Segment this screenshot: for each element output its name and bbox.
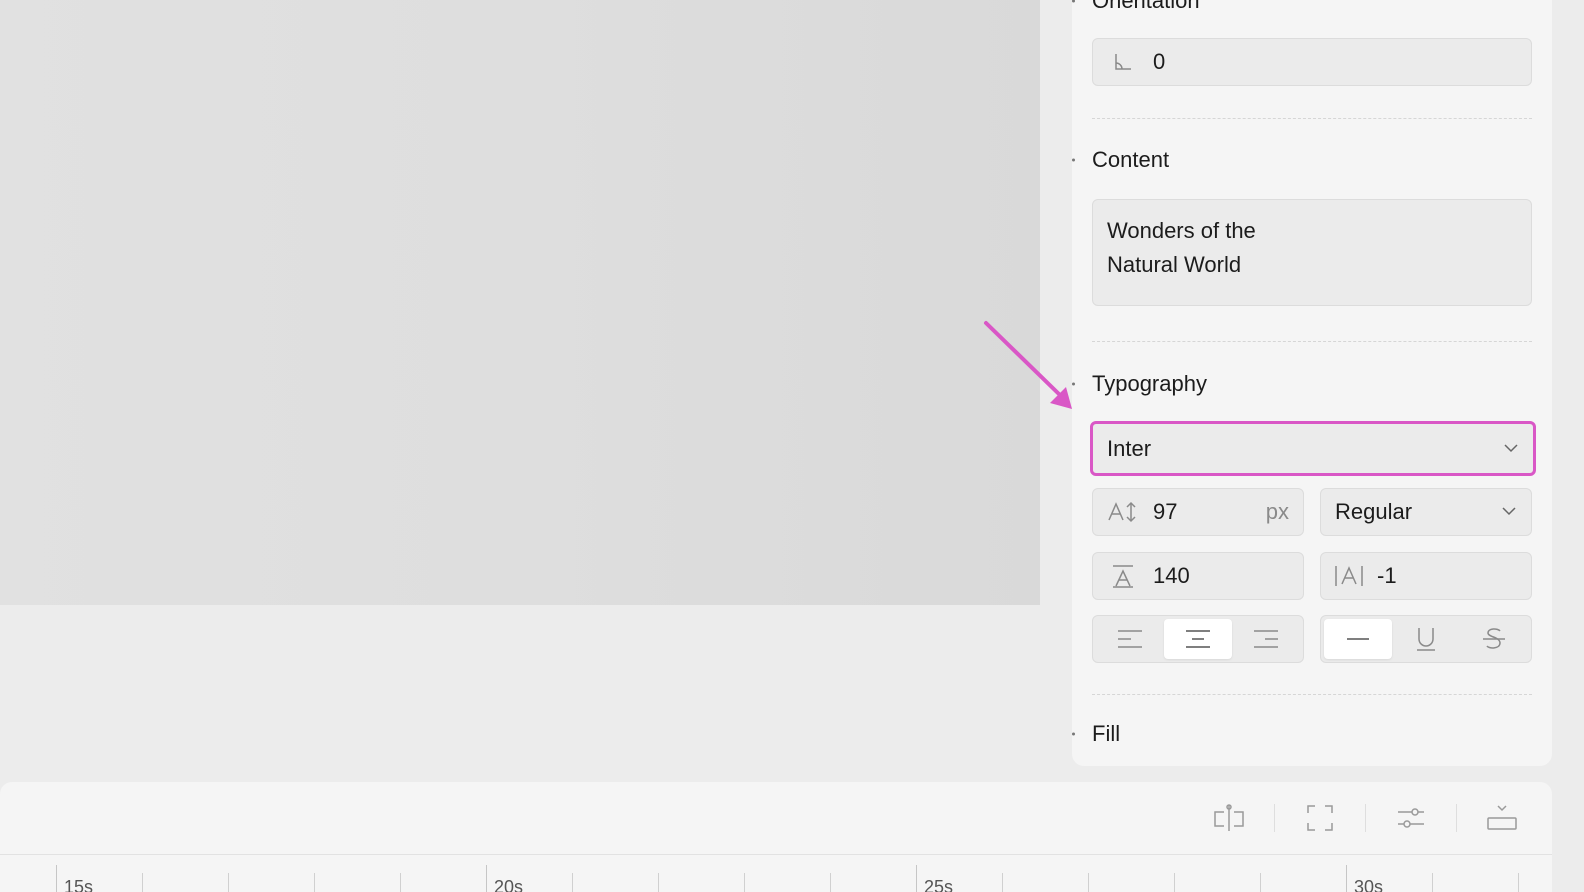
align-center-icon (1186, 630, 1210, 648)
divider (1092, 341, 1532, 342)
timeline-ruler[interactable]: 15s 20s 25s 30s (0, 854, 1552, 892)
font-weight-select[interactable]: Regular (1320, 488, 1532, 536)
collapse-button[interactable] (1472, 798, 1532, 838)
fill-title: Fill (1092, 721, 1121, 746)
minus-icon (1347, 638, 1369, 640)
strikethrough-button[interactable] (1460, 619, 1528, 659)
divider (1092, 694, 1532, 695)
toolbar-separator (1456, 804, 1457, 832)
split-button[interactable] (1199, 798, 1259, 838)
letter-spacing-value: -1 (1377, 563, 1397, 588)
fit-frame-icon (1307, 805, 1333, 831)
time-label: 15s (64, 877, 94, 892)
ruler-tick (572, 873, 573, 892)
line-height-field[interactable]: 140 (1092, 552, 1304, 600)
time-label: 20s (494, 877, 524, 892)
angle-icon (1093, 51, 1153, 73)
ruler-tick (486, 865, 487, 892)
adjust-icon (1398, 808, 1424, 828)
font-family-value: Inter (1107, 435, 1152, 461)
orientation-field[interactable]: 0 (1092, 38, 1532, 86)
font-size-icon (1093, 501, 1153, 523)
time-label: 25s (924, 877, 954, 892)
line-height-icon (1093, 563, 1153, 589)
typography-title: Typography (1092, 371, 1207, 396)
chevron-down-icon (1503, 436, 1519, 462)
chevron-down-icon (1501, 499, 1517, 525)
toolbar-separator (1365, 804, 1366, 832)
font-weight-value: Regular (1335, 499, 1413, 524)
adjust-button[interactable] (1381, 798, 1441, 838)
align-left-button[interactable] (1096, 619, 1164, 659)
text-decoration-control (1320, 615, 1532, 663)
align-right-icon (1254, 630, 1278, 648)
align-center-button[interactable] (1164, 619, 1232, 659)
decoration-none-button[interactable] (1324, 619, 1392, 659)
orientation-title: Orientation (1092, 0, 1200, 14)
text-align-control (1092, 615, 1304, 663)
inspector-panel: Orientation 0 Content Wonders of the Nat… (1072, 0, 1552, 766)
ruler-tick (400, 873, 401, 892)
font-size-value: 97 (1153, 499, 1178, 524)
timeline-panel: 15s 20s 25s 30s (0, 782, 1552, 892)
ruler-tick (1432, 873, 1433, 892)
split-icon (1214, 804, 1244, 831)
line-height-value: 140 (1153, 563, 1190, 588)
ruler-tick (658, 873, 659, 892)
letter-spacing-icon (1321, 564, 1377, 588)
align-left-icon (1118, 630, 1142, 648)
ruler-tick (142, 873, 143, 892)
font-size-field[interactable]: 97 px (1092, 488, 1304, 536)
timeline-toolbar (1199, 798, 1532, 838)
ruler-tick (830, 873, 831, 892)
toolbar-separator (1274, 804, 1275, 832)
ruler-tick (916, 865, 917, 892)
underline-button[interactable] (1392, 619, 1460, 659)
ruler-tick (1260, 873, 1261, 892)
divider (1092, 118, 1532, 119)
letter-spacing-field[interactable]: -1 (1320, 552, 1532, 600)
ruler-tick (1518, 873, 1519, 892)
font-size-unit: px (1265, 499, 1289, 524)
time-label: 30s (1354, 877, 1384, 892)
ruler-tick (1346, 865, 1347, 892)
ruler-tick (314, 873, 315, 892)
fit-frame-button[interactable] (1290, 798, 1350, 838)
collapse-icon (1487, 805, 1517, 830)
strikethrough-icon (1483, 628, 1505, 649)
ruler-tick (1088, 873, 1089, 892)
underline-icon (1417, 628, 1435, 651)
orientation-value: 0 (1153, 49, 1166, 74)
ruler-tick (228, 873, 229, 892)
content-textarea[interactable]: Wonders of the Natural World (1092, 199, 1532, 306)
ruler-tick (1002, 873, 1003, 892)
ruler-tick (1174, 873, 1175, 892)
ruler-tick (56, 865, 57, 892)
canvas-preview[interactable] (0, 0, 1040, 605)
align-right-button[interactable] (1232, 619, 1300, 659)
content-title: Content (1092, 147, 1170, 172)
font-family-select[interactable]: Inter (1090, 421, 1536, 476)
ruler-tick (744, 873, 745, 892)
